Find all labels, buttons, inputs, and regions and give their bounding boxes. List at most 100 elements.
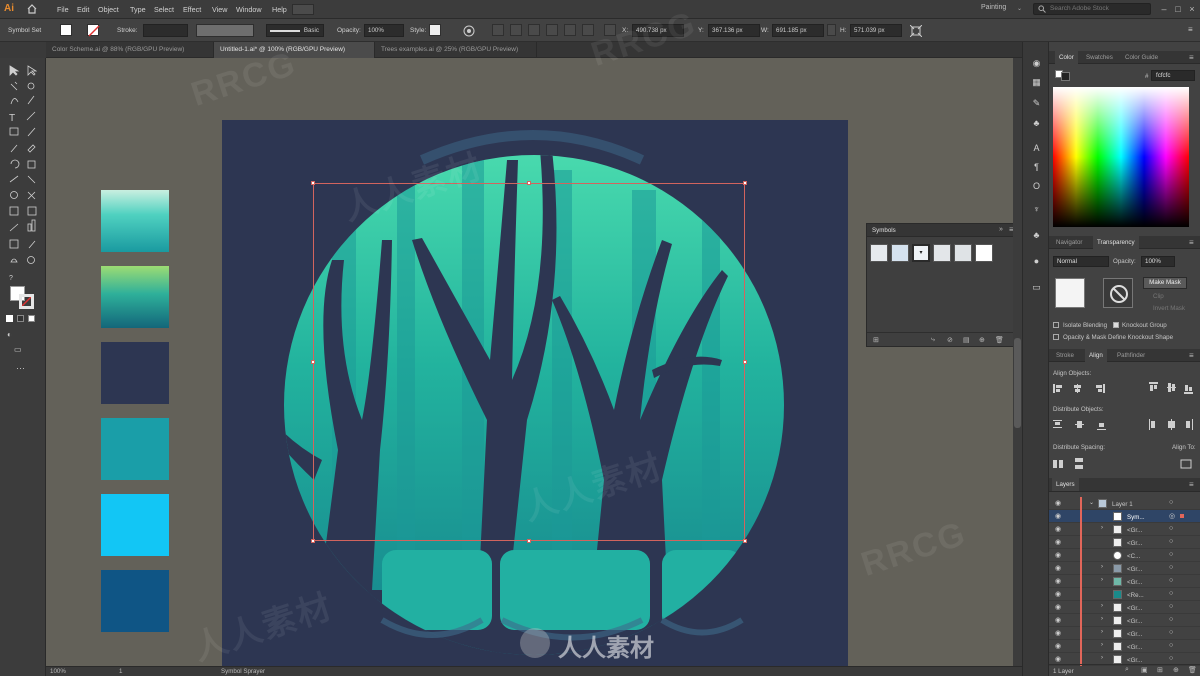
target-icon[interactable]: ○ [1169, 629, 1173, 636]
graphic-styles-icon[interactable]: ▭ [1031, 282, 1042, 293]
target-icon[interactable]: ○ [1169, 642, 1173, 649]
eye-icon[interactable]: ◉ [1055, 642, 1061, 650]
resize-handle-tr[interactable] [743, 181, 747, 185]
tab-swatches[interactable]: Swatches [1082, 51, 1117, 64]
chevron-right-icon[interactable]: › [1101, 525, 1103, 531]
y-field[interactable]: 367.136 px [708, 24, 760, 37]
chevron-right-icon[interactable]: › [1101, 655, 1103, 661]
color-mode-icon[interactable] [6, 315, 13, 322]
artboard-navigator[interactable]: 1 [119, 668, 122, 675]
brushes-icon[interactable]: ✎ [1031, 98, 1042, 109]
variable-width-profile[interactable] [196, 24, 254, 37]
mask-thumbnail[interactable] [1103, 278, 1133, 308]
eye-icon[interactable]: ◉ [1055, 499, 1061, 507]
selected-indicator[interactable] [1180, 514, 1184, 518]
target-icon[interactable]: ○ [1169, 616, 1173, 623]
recolor-artwork-icon[interactable] [463, 25, 475, 37]
align-right-icon[interactable] [528, 24, 540, 36]
hex-field[interactable]: fcfcfc [1151, 70, 1195, 81]
target-icon[interactable]: ○ [1169, 538, 1173, 545]
layer-name[interactable]: <Gr... [1127, 605, 1142, 612]
align-center-icon[interactable] [510, 24, 522, 36]
stroke-swatch[interactable] [87, 24, 100, 37]
swatches-icon[interactable]: ▦ [1031, 77, 1042, 88]
eye-icon[interactable]: ◉ [1055, 655, 1061, 663]
tab-align[interactable]: Align [1085, 349, 1107, 362]
eye-icon[interactable]: ◉ [1055, 525, 1061, 533]
tab-transparency[interactable]: Transparency [1093, 236, 1139, 249]
draw-mode-icon[interactable]: ◐ [7, 331, 29, 339]
panel-menu-icon[interactable]: ≡ [1188, 25, 1193, 34]
target-icon[interactable]: ○ [1169, 590, 1173, 597]
chevron-right-icon[interactable]: › [1101, 603, 1103, 609]
home-icon[interactable] [27, 4, 37, 14]
chevron-right-icon[interactable]: › [1101, 564, 1103, 570]
edit-toolbar-icon[interactable]: ··· [16, 364, 30, 373]
screen-mode-icon[interactable]: ▭ [14, 346, 28, 354]
layer-row[interactable]: ◉ › <Gr... ○ [1049, 575, 1200, 588]
symbol-thumb-selected[interactable]: ▾ [912, 244, 930, 262]
make-mask-button[interactable]: Make Mask [1143, 277, 1187, 289]
gradient-mode-icon[interactable] [17, 315, 24, 322]
layer-row[interactable]: ◉ › <Gr... ○ [1049, 523, 1200, 536]
eye-icon[interactable]: ◉ [1055, 564, 1061, 572]
layer-name[interactable]: <Gr... [1127, 657, 1142, 664]
symbol-thumb-4[interactable] [933, 244, 951, 262]
vertical-scrollbar[interactable] [1013, 58, 1022, 666]
eye-icon[interactable]: ◉ [1055, 629, 1061, 637]
resize-handle-bl[interactable] [311, 539, 315, 543]
new-layer-icon[interactable]: ⊕ [1173, 666, 1179, 674]
color-swatch-cyan[interactable] [101, 494, 169, 556]
transparency-opacity-field[interactable]: 100% [1141, 256, 1175, 267]
maximize-icon[interactable]: □ [1172, 3, 1184, 15]
more-tools-icon[interactable]: ? [9, 275, 17, 282]
menu-view[interactable]: View [212, 5, 227, 14]
close-icon[interactable]: × [1186, 3, 1198, 15]
chevron-right-icon[interactable]: › [1101, 629, 1103, 635]
chevron-right-icon[interactable]: › [1101, 577, 1103, 583]
layer-row[interactable]: ◉ › <Gr... ○ [1049, 614, 1200, 627]
target-icon[interactable]: ○ [1169, 525, 1173, 532]
target-icon[interactable]: ○ [1169, 564, 1173, 571]
knockout-group-checkbox[interactable] [1113, 322, 1119, 328]
graphic-style-swatch[interactable] [429, 24, 441, 36]
gradient-swatch-green[interactable] [101, 266, 169, 328]
tab-color[interactable]: Color [1055, 51, 1078, 64]
place-symbol-icon[interactable]: ⤷ [931, 336, 935, 344]
collapse-icon[interactable]: » [999, 226, 1003, 233]
layer-name[interactable]: <Gr... [1127, 527, 1142, 534]
opacity-field[interactable]: 100% [364, 24, 404, 37]
h-field[interactable]: 571.039 px [850, 24, 902, 37]
minimize-icon[interactable]: – [1158, 3, 1170, 15]
layer-name[interactable]: Sym... [1127, 514, 1145, 521]
eye-icon[interactable]: ◉ [1055, 538, 1061, 546]
tab-color-guide[interactable]: Color Guide [1121, 51, 1162, 64]
paragraph-icon[interactable]: ¶ [1031, 162, 1042, 173]
layer-row[interactable]: ◉ <Gr... ○ [1049, 536, 1200, 549]
target-icon[interactable]: ◎ [1169, 512, 1175, 520]
chevron-down-icon[interactable]: ⌄ [1089, 499, 1094, 506]
workspace-switcher[interactable]: Painting [981, 4, 1006, 11]
break-link-icon[interactable]: ⊘ [947, 336, 953, 344]
menu-help[interactable]: Help [272, 5, 287, 14]
layer-row[interactable]: ◉ <C... ○ [1049, 549, 1200, 562]
appearance-icon[interactable]: ● [1031, 256, 1042, 267]
opentype-icon[interactable]: O [1031, 181, 1042, 192]
layer-name[interactable]: <Gr... [1127, 579, 1142, 586]
resize-handle-bc[interactable] [527, 539, 531, 543]
panel-menu-icon[interactable]: ≡ [1189, 480, 1194, 489]
clipping-mask-icon[interactable]: ▣ [1141, 666, 1148, 674]
w-field[interactable]: 691.185 px [772, 24, 824, 37]
color-swatch-blue[interactable] [101, 570, 169, 632]
align-middle-icon[interactable] [564, 24, 576, 36]
arrange-documents-button[interactable] [292, 4, 314, 15]
stock-search-input[interactable]: Search Adobe Stock [1033, 3, 1151, 15]
layer-name[interactable]: <Re... [1127, 592, 1144, 599]
eye-icon[interactable]: ◉ [1055, 616, 1061, 624]
character-icon[interactable]: A [1031, 143, 1042, 154]
eye-icon[interactable]: ◉ [1055, 512, 1061, 520]
layer-name[interactable]: <Gr... [1127, 566, 1142, 573]
layer-name[interactable]: <Gr... [1127, 540, 1142, 547]
stroke-weight-field[interactable] [143, 24, 188, 37]
chevron-right-icon[interactable]: › [1101, 642, 1103, 648]
